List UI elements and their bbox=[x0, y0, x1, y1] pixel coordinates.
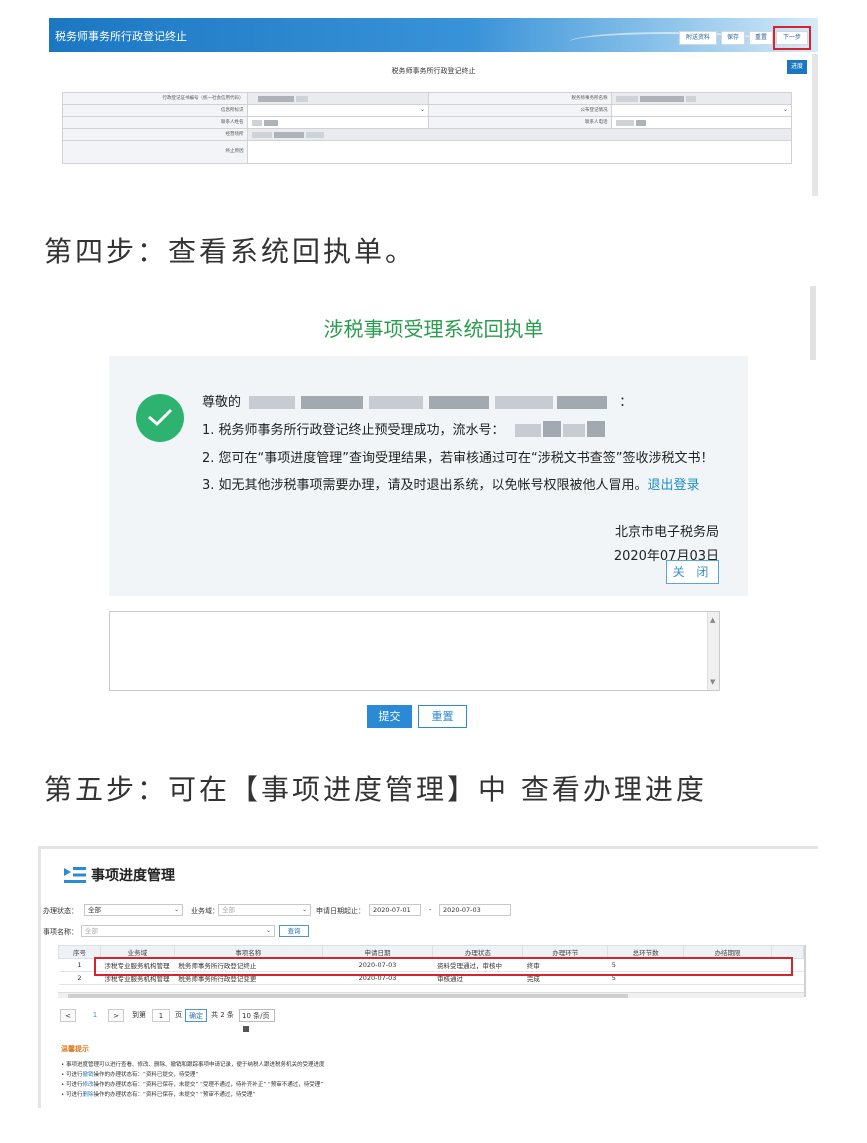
current-page[interactable]: 1 bbox=[90, 1009, 100, 1022]
office-addr-field bbox=[247, 129, 791, 140]
chevron-down-icon: ⌄ bbox=[782, 106, 788, 113]
logout-link[interactable]: 退出登录 bbox=[648, 478, 700, 493]
item-name-select[interactable]: 全部 ⌄ bbox=[81, 925, 275, 937]
label-office-addr: 经营场所 bbox=[63, 129, 248, 140]
page-unit: 页 bbox=[175, 1011, 182, 1019]
firm-name-field bbox=[611, 93, 791, 104]
step-five-heading: 第五步：可在【事项进度管理】中 查看办理进度 bbox=[44, 773, 707, 806]
credit-id-select[interactable]: ⌄ bbox=[247, 105, 429, 116]
submit-button[interactable]: 提交 bbox=[367, 705, 412, 728]
scroll-up-icon[interactable]: ▲ bbox=[710, 616, 715, 624]
domain-filter-select[interactable]: 全部 ⌄ bbox=[218, 904, 311, 916]
label-credit-id: 信息所标识 bbox=[63, 105, 248, 116]
tips-title: 温馨提示 bbox=[61, 1045, 89, 1053]
date-from-input[interactable]: 2020-07-01 bbox=[369, 904, 421, 916]
form-screenshot: 税务师事务所行政登记终止 附送资料 保存 重置 下一步 进度 税务师事务所行政登… bbox=[49, 18, 818, 196]
contact-phone-field[interactable] bbox=[611, 117, 791, 128]
date-to-input[interactable]: 2020-07-03 bbox=[439, 904, 511, 916]
receipt-title: 涉税事项受理系统回执单 bbox=[323, 317, 544, 341]
goto-label: 到第 bbox=[132, 1011, 146, 1019]
close-button[interactable]: 关 闭 bbox=[666, 560, 719, 584]
termination-form: 行政登记证书编号（统一社会信用代码） 税务师事务所名称 信息所标识 ⌄ 公布登记… bbox=[62, 92, 792, 164]
label-contact-name: 联系人姓名 bbox=[63, 117, 248, 128]
chevron-down-icon: ⌄ bbox=[301, 906, 307, 913]
tip-line-1: • 事项进度管理可以进行查看、修改、删除、撤销和跟踪事项申请记录，便于纳税人跟进… bbox=[61, 1062, 325, 1068]
save-button[interactable]: 保存 bbox=[721, 31, 745, 45]
scroll-down-icon[interactable]: ▼ bbox=[710, 678, 715, 686]
chevron-down-icon: ⌄ bbox=[173, 906, 179, 913]
date-range-label: 申请日期起止： bbox=[316, 907, 365, 915]
page-size-select[interactable]: 10 条/页 bbox=[239, 1009, 275, 1032]
receipt-line-2: 2. 您可在“事项进度管理”查询受理结果，若审核通过可在“涉税文书查签”签收涉税… bbox=[202, 451, 714, 466]
row-highlight bbox=[94, 957, 793, 976]
attachments-button[interactable]: 附送资料 bbox=[679, 31, 717, 45]
greeting-line: 尊敬的 ： bbox=[202, 391, 632, 410]
greeting-end: ： bbox=[619, 395, 633, 410]
success-check-icon bbox=[136, 394, 184, 442]
next-page-button[interactable]: > bbox=[108, 1009, 124, 1022]
issuing-organization: 北京市电子税务局 bbox=[614, 525, 719, 540]
tip-line-4: • 可进行删除操作的办理状态有：“资料已保存，未提交” “预审不通过，待受理” bbox=[61, 1092, 256, 1098]
background-textarea[interactable]: ▲ ▼ bbox=[109, 611, 720, 691]
domain-filter-label: 业务域： bbox=[191, 907, 219, 915]
status-filter-label: 办理状态： bbox=[43, 907, 78, 915]
textarea-scrollbar[interactable]: ▲ ▼ bbox=[707, 612, 719, 690]
reset-button[interactable]: 重置 bbox=[418, 705, 467, 728]
form-title: 税务师事务所行政登记终止 bbox=[391, 67, 476, 75]
step-four-heading: 第四步：查看系统回执单。 bbox=[44, 235, 417, 268]
label-term-reason: 终止原因 bbox=[63, 141, 248, 163]
reset-button[interactable]: 重置 bbox=[749, 31, 773, 45]
receipt-line-1: 1. 税务师事务所行政登记终止预受理成功，流水号： bbox=[202, 419, 609, 438]
date-separator: - bbox=[429, 906, 432, 914]
admin-reg-code-field bbox=[247, 93, 429, 104]
tip-line-2: • 可进行撤销操作的办理状态有：“资料已提交，待受理” bbox=[61, 1072, 199, 1078]
total-count: 共 2 条 bbox=[211, 1011, 234, 1019]
goto-page-input[interactable]: 1 bbox=[152, 1009, 170, 1022]
progress-management-screenshot: 事项进度管理 办理状态： 全部 ⌄ 业务域： 全部 ⌄ 申请日期起止： 2020-0… bbox=[38, 846, 818, 1108]
label-firm-name: 税务师事务所名称 bbox=[429, 93, 612, 104]
label-public-reg: 公布登记情况 bbox=[429, 105, 612, 116]
public-reg-select[interactable]: ⌄ bbox=[611, 105, 791, 116]
horizontal-scrollbar[interactable] bbox=[58, 992, 804, 998]
status-filter-select[interactable]: 全部 ⌄ bbox=[84, 904, 183, 916]
query-button[interactable]: 查询 bbox=[279, 925, 309, 937]
contact-name-field[interactable] bbox=[247, 117, 429, 128]
chevron-down-icon: ⌄ bbox=[265, 927, 271, 934]
prev-page-button[interactable]: < bbox=[60, 1009, 76, 1022]
list-menu-icon bbox=[64, 867, 86, 883]
app-title: 税务师事务所行政登记终止 bbox=[55, 30, 187, 43]
next-step-highlight bbox=[773, 26, 811, 50]
receipt-line-3: 3. 如无其他涉税事项需要办理，请及时退出系统，以免帐号权限被他人冒用。退出登录 bbox=[202, 478, 700, 493]
greeting-text: 尊敬的 bbox=[202, 395, 242, 410]
confirm-page-button[interactable]: 确定 bbox=[185, 1009, 207, 1022]
term-reason-textarea[interactable] bbox=[247, 141, 791, 163]
label-admin-reg-code: 行政登记证书编号（统一社会信用代码） bbox=[63, 93, 248, 104]
tip-line-3: • 可进行修改操作的办理状态有：“资料已保存，未提交” “受理不通过，待补齐补正… bbox=[61, 1082, 324, 1088]
label-contact-phone: 联系人电话 bbox=[429, 117, 612, 128]
dropdown-arrow-icon bbox=[243, 1026, 249, 1032]
page-title: 事项进度管理 bbox=[91, 868, 175, 884]
item-name-label: 事项名称： bbox=[43, 928, 78, 936]
chevron-down-icon: ⌄ bbox=[419, 106, 425, 113]
